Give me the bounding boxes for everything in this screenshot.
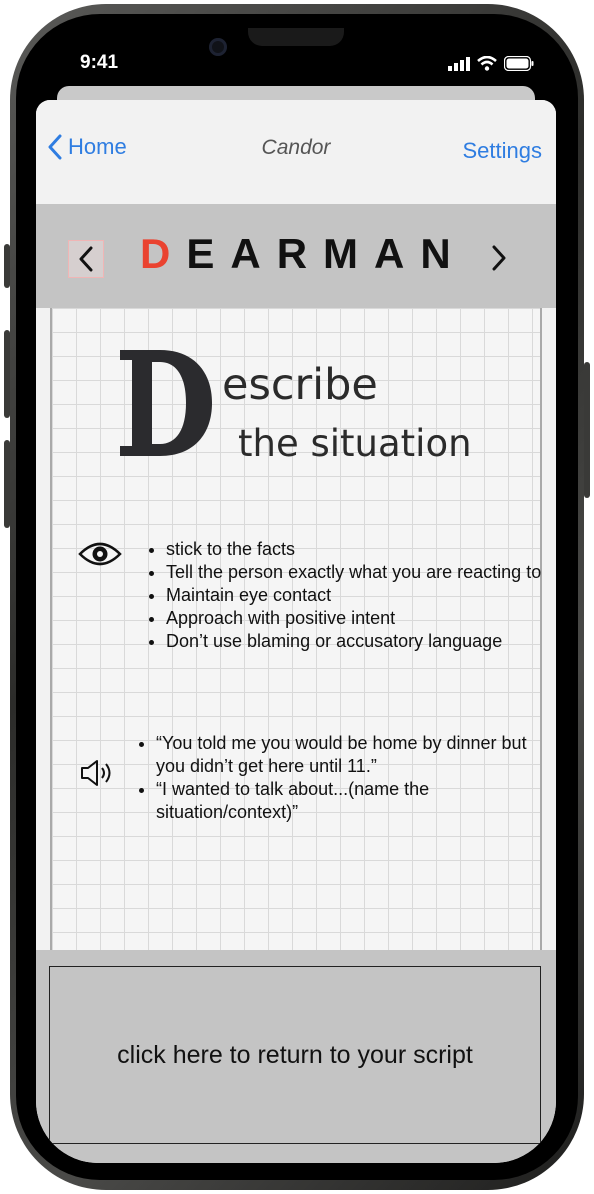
guidelines-list: stick to the facts Tell the person exact… bbox=[144, 538, 546, 653]
dearman-title-rest: EARMAN bbox=[186, 230, 467, 277]
screen: 9:41 Home Candor Settings DEARMAN escrib… bbox=[36, 28, 556, 1163]
return-area: click here to return to your script bbox=[36, 950, 556, 1163]
chevron-right-icon bbox=[492, 245, 506, 271]
app-sheet: Home Candor Settings DEARMAN escribe the… bbox=[36, 100, 556, 1163]
settings-button[interactable]: Settings bbox=[463, 138, 543, 164]
eye-icon bbox=[78, 542, 122, 566]
skill-title-bar: DEARMAN bbox=[36, 204, 556, 308]
heading-line-1: escribe bbox=[222, 360, 378, 410]
phone-power-button bbox=[584, 362, 590, 498]
phone-volume-down bbox=[4, 440, 10, 528]
example-item: “I wanted to talk about...(name the situ… bbox=[156, 778, 536, 824]
heading-line-2: the situation bbox=[238, 422, 472, 465]
guideline-item: stick to the facts bbox=[166, 538, 546, 561]
dearman-title-first-letter: D bbox=[140, 230, 187, 277]
dynamic-island bbox=[248, 28, 344, 46]
guideline-item: Maintain eye contact bbox=[166, 584, 546, 607]
next-step-button[interactable] bbox=[482, 240, 516, 276]
wifi-icon bbox=[477, 56, 497, 71]
status-icons bbox=[448, 56, 534, 71]
navigation-bar: Home Candor Settings bbox=[36, 100, 556, 204]
front-camera bbox=[209, 38, 227, 56]
example-item: “You told me you would be home by dinner… bbox=[156, 732, 536, 778]
speaker-icon bbox=[81, 760, 111, 786]
guideline-item: Tell the person exactly what you are rea… bbox=[166, 561, 546, 584]
heading-big-letter-d bbox=[120, 350, 212, 456]
previous-step-button[interactable] bbox=[68, 240, 104, 278]
phone-mute-switch bbox=[4, 244, 10, 288]
signal-icon bbox=[448, 57, 470, 71]
dearman-title: DEARMAN bbox=[140, 230, 467, 278]
phone-volume-up bbox=[4, 330, 10, 418]
examples-list: “You told me you would be home by dinner… bbox=[134, 732, 536, 824]
status-time: 9:41 bbox=[80, 52, 119, 73]
return-to-script-button[interactable]: click here to return to your script bbox=[49, 966, 541, 1144]
guideline-item: Don’t use blaming or accusatory language bbox=[166, 630, 546, 653]
describe-card: escribe the situation stick to the facts… bbox=[50, 308, 542, 950]
chevron-left-icon bbox=[79, 246, 93, 272]
guideline-item: Approach with positive intent bbox=[166, 607, 546, 630]
battery-icon bbox=[504, 56, 534, 71]
